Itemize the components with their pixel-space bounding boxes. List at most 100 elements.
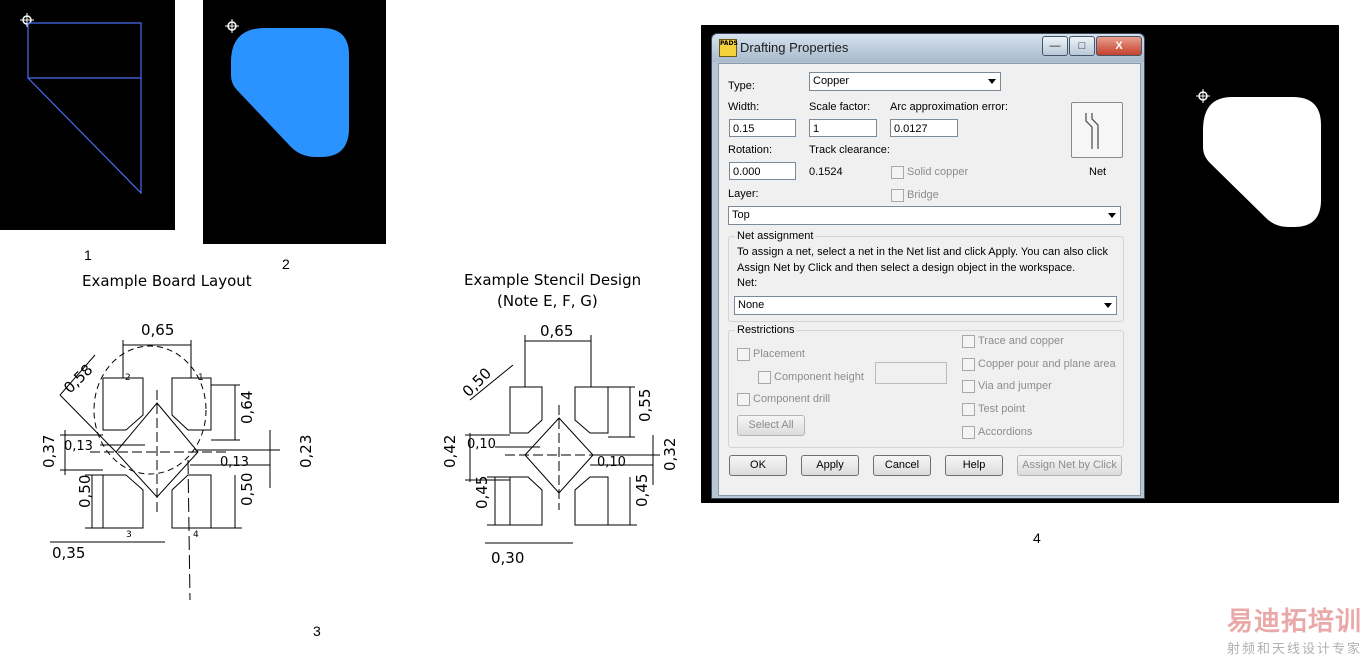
keepout-circle <box>93 345 207 475</box>
stencil-pad-3 <box>509 476 543 526</box>
rotation-field[interactable]: 0.000 <box>729 162 796 180</box>
pad-2 <box>102 377 144 431</box>
stencil-dim-10: 0,30 <box>491 549 524 567</box>
board-dim-10: 0,35 <box>52 544 85 562</box>
stencil-dim-3: 0,55 <box>636 389 654 422</box>
board-dim-7: 0,23 <box>297 435 315 468</box>
type-label: Type: <box>728 80 755 92</box>
origin-marker-icon <box>20 13 34 27</box>
accordions-checkbox[interactable] <box>962 426 975 439</box>
stencil-design-drawing: 0,65 0,50 0,55 0,42 0,10 0,10 0,32 0,45 … <box>441 322 679 567</box>
copper-pour-checkbox[interactable] <box>962 358 975 371</box>
component-drill-checkbox[interactable] <box>737 393 750 406</box>
pin-label-3: 3 <box>126 530 132 540</box>
watermark-logo: 易迪拓培训 射频和天线设计专家 <box>1227 601 1362 657</box>
component-height-label: Component height <box>774 371 864 383</box>
pad-3 <box>102 474 144 529</box>
minimize-button[interactable]: — <box>1042 36 1068 56</box>
board-layout-title: Example Board Layout <box>82 272 252 290</box>
test-point-checkbox[interactable] <box>962 403 975 416</box>
type-select-value: Copper <box>813 75 850 87</box>
board-dim-4: 0,37 <box>40 435 58 468</box>
net-select-value: None <box>738 299 765 311</box>
trace-copper-checkbox[interactable] <box>962 335 975 348</box>
board-dim-5: 0,13 <box>64 439 93 454</box>
assign-net-by-click-button[interactable]: Assign Net by Click <box>1017 455 1122 476</box>
board-dim-3: 0,64 <box>238 391 256 424</box>
layer-select[interactable]: Top <box>728 206 1121 225</box>
placement-checkbox[interactable] <box>737 348 750 361</box>
help-button[interactable]: Help <box>945 455 1003 476</box>
track-clearance-value: 0.1524 <box>809 166 843 178</box>
pad-4 <box>171 474 212 529</box>
maximize-button[interactable]: □ <box>1069 36 1095 56</box>
stencil-pad-1 <box>574 386 609 434</box>
stencil-dim-9: 0,45 <box>633 474 651 507</box>
watermark-main-text: 易迪拓培训 <box>1226 607 1362 637</box>
chevron-down-icon <box>988 79 996 84</box>
placement-label: Placement <box>753 348 805 360</box>
width-field[interactable]: 0.15 <box>729 119 796 137</box>
panel-filled-shape <box>203 0 386 244</box>
net-trace-icon <box>1085 113 1099 149</box>
arc-error-field[interactable]: 0.0127 <box>890 119 958 137</box>
origin-marker-icon <box>225 19 239 33</box>
board-dim-1: 0,65 <box>141 321 174 339</box>
cancel-button[interactable]: Cancel <box>873 455 931 476</box>
net-assignment-title: Net assignment <box>735 230 816 242</box>
outline-polygon <box>27 22 142 195</box>
white-copper-shape <box>1203 97 1321 227</box>
net-info-line-1: To assign a net, select a net in the Net… <box>737 246 1108 258</box>
component-height-checkbox[interactable] <box>758 371 771 384</box>
trace-copper-label: Trace and copper <box>978 335 1064 347</box>
solid-copper-label: Solid copper <box>907 166 969 178</box>
net-label: Net: <box>737 277 758 289</box>
watermark-sub-text: 射频和天线设计专家 <box>1226 642 1362 657</box>
layer-label: Layer: <box>728 188 759 200</box>
pin-label-4: 4 <box>193 530 199 540</box>
figure-label-2: 2 <box>282 256 290 272</box>
stencil-dim-6: 0,10 <box>597 455 626 470</box>
white-shape-canvas <box>1196 89 1321 227</box>
rotation-label: Rotation: <box>728 144 773 156</box>
stencil-dim-7: 0,32 <box>661 438 679 471</box>
figure-label-1: 1 <box>84 247 92 263</box>
pin-label-1: 1 <box>198 373 204 383</box>
component-height-field[interactable] <box>875 362 947 384</box>
apply-button[interactable]: Apply <box>801 455 859 476</box>
ok-button[interactable]: OK <box>729 455 787 476</box>
stencil-pad-2 <box>509 386 543 434</box>
stencil-note: (Note E, F, G) <box>497 292 598 310</box>
blue-copper-shape <box>231 28 349 157</box>
stencil-dim-8: 0,45 <box>473 476 491 509</box>
stencil-design-title: Example Stencil Design <box>464 271 642 289</box>
dialog-client-area: Type: Copper Width: 0.15 Scale factor: 1… <box>718 63 1141 496</box>
solid-copper-checkbox[interactable] <box>891 166 904 179</box>
net-select[interactable]: None <box>734 296 1117 315</box>
test-point-label: Test point <box>978 403 1026 415</box>
pin-label-2: 2 <box>125 373 131 383</box>
stencil-dim-2: 0,50 <box>459 364 495 400</box>
layer-select-value: Top <box>732 209 750 221</box>
bridge-checkbox[interactable] <box>891 189 904 202</box>
scale-factor-field[interactable]: 1 <box>809 119 877 137</box>
type-select[interactable]: Copper <box>809 72 1001 91</box>
select-all-button[interactable]: Select All <box>737 415 805 436</box>
copper-pour-label: Copper pour and plane area <box>978 358 1116 370</box>
figure-label-4: 4 <box>1033 530 1041 546</box>
chevron-down-icon <box>1108 213 1116 218</box>
close-button[interactable]: X <box>1096 36 1142 56</box>
restrictions-title: Restrictions <box>735 324 797 336</box>
board-dim-9: 0,50 <box>238 473 256 506</box>
pads-app-icon: PADS <box>719 39 738 57</box>
drafting-properties-dialog: PADS Drafting Properties — □ X Type: Cop… <box>711 33 1145 499</box>
via-jumper-checkbox[interactable] <box>962 380 975 393</box>
origin-marker-icon <box>1196 89 1210 103</box>
net-icon-button[interactable] <box>1071 102 1123 158</box>
board-dim-8: 0,50 <box>76 475 94 508</box>
via-jumper-label: Via and jumper <box>978 380 1052 392</box>
net-button-label: Net <box>1089 166 1107 178</box>
chevron-down-icon <box>1104 303 1112 308</box>
outline-shape-canvas <box>20 13 142 195</box>
dialog-titlebar[interactable]: PADS Drafting Properties — □ X <box>712 34 1144 62</box>
